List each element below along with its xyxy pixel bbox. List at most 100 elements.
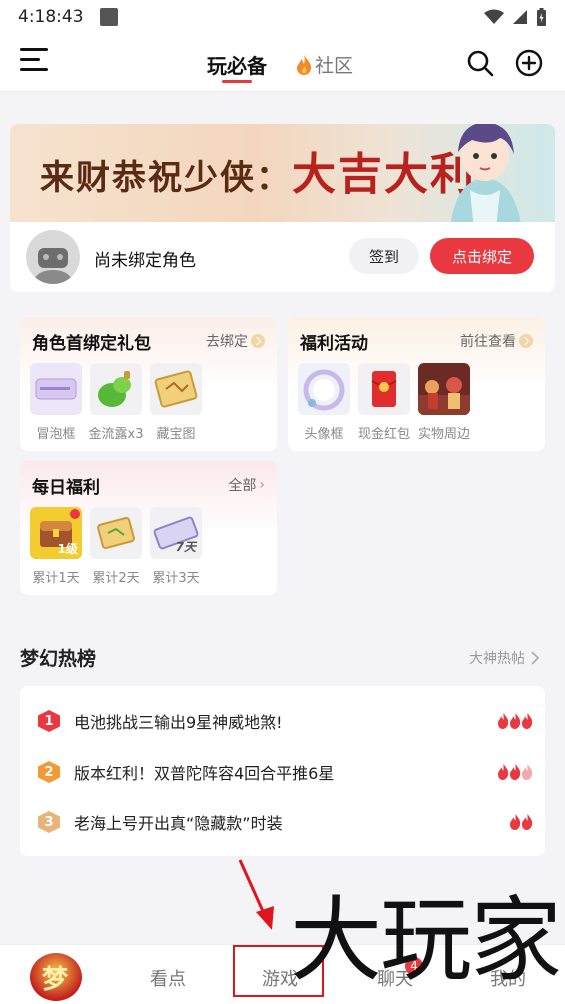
gift-item[interactable]: 藏宝图: [150, 363, 202, 442]
flame-icon: [510, 713, 521, 729]
scroll-image: [90, 507, 142, 559]
first-bind-gift-title: 角色首绑定礼包: [32, 334, 151, 354]
banner-character-image: [451, 124, 521, 222]
top-navbar: 玩必备 社区: [0, 34, 565, 92]
watermark-text: 大玩家: [290, 887, 562, 994]
view-now-label: 前往查看: [460, 334, 516, 350]
chevron-right-icon: [251, 334, 265, 348]
ticket-image: 7天: [150, 507, 202, 559]
treasure-chest-image: 1级: [30, 507, 82, 559]
daily-welfare-card[interactable]: 每日福利 全部 › 1级 累计1天 累计2天 7天 累计3天: [20, 461, 277, 595]
chevron-right-icon: [519, 334, 533, 348]
heat-flames: [510, 814, 533, 830]
heat-flames: [498, 764, 533, 780]
chevron-right-icon: [531, 651, 539, 665]
red-dot-badge: [70, 509, 80, 519]
hot-item-text: 电池挑战三输出9星神威地煞!: [74, 713, 283, 732]
go-bind-label: 去绑定: [206, 334, 248, 350]
search-icon[interactable]: [466, 49, 494, 77]
welfare-item-label: 实物周边: [418, 427, 471, 442]
wifi-icon: [484, 9, 504, 24]
rank-badge: 3: [38, 811, 60, 833]
flame-icon: [498, 713, 509, 729]
gift-item-label: 藏宝图: [156, 427, 196, 442]
hot-list-item[interactable]: 2 版本红利！双普陀阵容4回合平推6星: [38, 757, 533, 787]
view-all-link[interactable]: 全部 ›: [228, 475, 265, 495]
tab-community[interactable]: 社区: [295, 51, 353, 78]
role-bind-row: 尚未绑定角色 签到 点击绑定: [10, 222, 555, 292]
logo-text: 梦: [42, 965, 69, 995]
hot-list-title: 梦幻热榜: [20, 648, 97, 670]
hot-list-card: 1 电池挑战三输出9星神威地煞! 2 版本红利！双普陀阵容4回合平推6星 3 老…: [20, 686, 545, 856]
daily-item-label: 累计1天: [32, 571, 80, 586]
banner-title-part1: 来财恭祝少侠：: [40, 158, 292, 198]
gift-item-label: 金流露x3: [88, 427, 144, 442]
first-bind-gift-card[interactable]: 角色首绑定礼包 去绑定 冒泡框 金流露x3 藏宝图: [20, 317, 277, 451]
welfare-item-label: 头像框: [304, 427, 344, 442]
rank-badge: 1: [38, 710, 60, 732]
gift-item[interactable]: 冒泡框: [30, 363, 82, 442]
hot-item-text: 版本红利！双普陀阵容4回合平推6星: [74, 764, 335, 783]
hot-list-item[interactable]: 3 老海上号开出真“隐藏款”时装: [38, 807, 533, 837]
view-now-link[interactable]: 前往查看: [460, 331, 533, 351]
treasure-map-image: [150, 363, 202, 415]
hot-list-item[interactable]: 1 电池挑战三输出9星神威地煞!: [38, 706, 533, 736]
red-envelope-image: [358, 363, 410, 415]
go-bind-link[interactable]: 去绑定: [206, 331, 265, 351]
welfare-activity-title: 福利活动: [300, 334, 368, 354]
hot-posts-link[interactable]: 大神热帖: [469, 648, 539, 668]
daily-item[interactable]: 1级 累计1天: [30, 507, 82, 586]
signal-icon: [513, 10, 527, 24]
daily-item[interactable]: 7天 累计3天: [150, 507, 202, 586]
flame-icon: [510, 814, 521, 830]
flame-icon: [297, 54, 312, 75]
welfare-item[interactable]: 现金红包: [358, 363, 410, 442]
flame-icon: [522, 713, 533, 729]
chevron-right-icon: ›: [259, 477, 265, 493]
battery-icon: [537, 7, 546, 26]
notification-icon: [99, 8, 118, 26]
daily-welfare-title: 每日福利: [32, 478, 100, 498]
annotation-arrow: [238, 859, 274, 930]
level-tag: 1级: [57, 542, 78, 556]
sign-in-button[interactable]: 签到: [349, 238, 419, 274]
welfare-item[interactable]: 实物周边: [418, 363, 470, 442]
flame-icon: [510, 764, 521, 780]
daily-item-label: 累计3天: [152, 571, 200, 586]
welfare-item[interactable]: 头像框: [298, 363, 350, 442]
welfare-item-label: 现金红包: [358, 427, 411, 442]
gourd-image: [90, 363, 142, 415]
view-all-label: 全部: [228, 478, 257, 494]
heat-flames: [498, 713, 533, 729]
flame-icon: [498, 764, 509, 780]
tab-community-label: 社区: [315, 55, 354, 77]
bubble-frame-image: [30, 363, 82, 415]
flame-icon-faded: [522, 764, 533, 780]
add-icon[interactable]: [515, 49, 543, 77]
rank-badge: 2: [38, 761, 60, 783]
unbound-role-label: 尚未绑定角色: [94, 251, 196, 271]
avatar-frame-image: [298, 363, 350, 415]
merchandise-image: [418, 363, 470, 415]
daily-item-label: 累计2天: [92, 571, 140, 586]
banner-title: 来财恭祝少侠：大吉大利: [40, 138, 476, 202]
hot-item-text: 老海上号开出真“隐藏款”时装: [74, 814, 283, 833]
tab-essentials[interactable]: 玩必备: [207, 50, 267, 79]
bind-role-button[interactable]: 点击绑定: [430, 238, 534, 274]
gift-item[interactable]: 金流露x3: [88, 363, 144, 442]
hot-posts-label: 大神热帖: [469, 651, 525, 667]
menu-icon[interactable]: [20, 48, 48, 76]
banner-card: 来财恭祝少侠：大吉大利 尚未绑定角色 签到 点击绑定: [10, 124, 555, 292]
active-tab-indicator: [222, 80, 252, 83]
status-bar: 4:18:43: [0, 0, 565, 34]
duration-tag: 7天: [175, 540, 196, 554]
promo-banner[interactable]: 来财恭祝少侠：大吉大利: [10, 124, 555, 222]
welfare-activity-card[interactable]: 福利活动 前往查看 头像框 现金红包 实物周边: [288, 317, 545, 451]
status-time: 4:18:43: [18, 7, 84, 27]
tab-highlights[interactable]: 看点: [150, 965, 186, 991]
avatar[interactable]: [26, 230, 80, 284]
home-logo-tab[interactable]: 梦: [30, 953, 82, 1001]
gift-item-label: 冒泡框: [36, 427, 76, 442]
daily-item[interactable]: 累计2天: [90, 507, 142, 586]
flame-icon: [522, 814, 533, 830]
